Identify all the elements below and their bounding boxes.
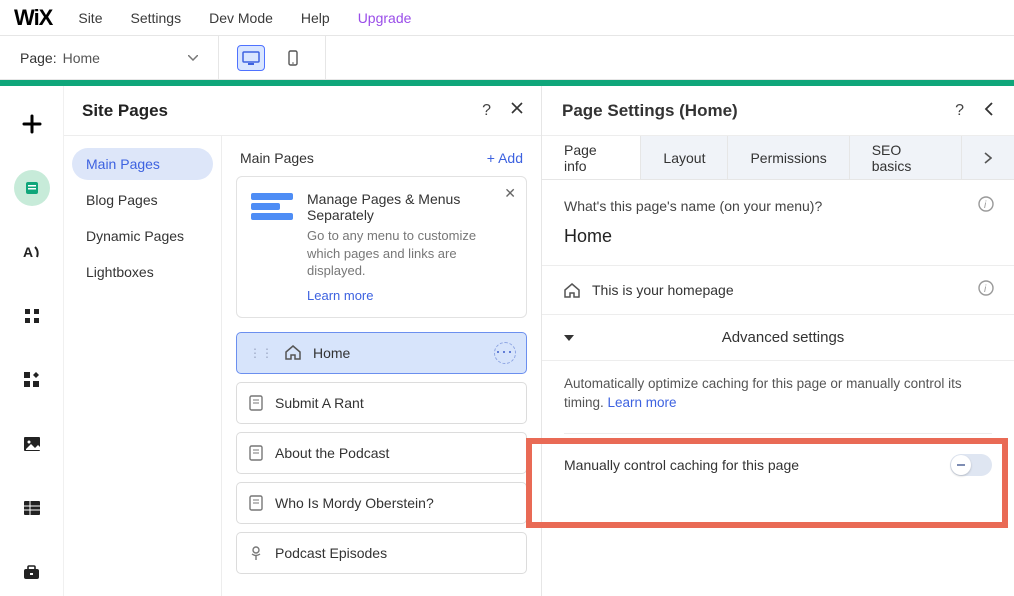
- apps-button[interactable]: [14, 298, 50, 334]
- svg-text:i: i: [984, 284, 987, 295]
- svg-text:A: A: [23, 244, 33, 260]
- page-bar: Page: Home: [0, 36, 1014, 80]
- page-item-label: About the Podcast: [275, 445, 389, 461]
- nav-main-pages[interactable]: Main Pages: [72, 148, 213, 180]
- site-pages-header-actions: ?: [482, 102, 523, 120]
- page-item[interactable]: Podcast Episodes: [236, 532, 527, 574]
- menu-help[interactable]: Help: [301, 10, 330, 26]
- back-icon[interactable]: [984, 102, 994, 120]
- page-item-label: Submit A Rant: [275, 395, 364, 411]
- page-name-label: What's this page's name (on your menu)?: [564, 198, 992, 214]
- nav-dynamic-pages[interactable]: Dynamic Pages: [72, 220, 213, 252]
- page-icon: [249, 495, 263, 511]
- top-bar: WiX Site Settings Dev Mode Help Upgrade: [0, 0, 1014, 36]
- media-button[interactable]: [14, 426, 50, 462]
- manual-cache-row: Manually control caching for this page: [564, 433, 992, 496]
- site-pages-body: Main Pages Blog Pages Dynamic Pages Ligh…: [64, 136, 541, 596]
- page-selector-label: Page:: [20, 50, 57, 66]
- info-desc: Go to any menu to customize which pages …: [307, 227, 512, 280]
- page-item-more-icon[interactable]: ⋯: [494, 342, 516, 364]
- home-icon: [285, 345, 301, 360]
- close-icon[interactable]: [511, 102, 523, 120]
- toggle-knob: [951, 455, 971, 475]
- info-close-icon[interactable]: ✕: [504, 185, 516, 202]
- advanced-settings-toggle[interactable]: Advanced settings: [542, 315, 1014, 361]
- cache-description: Automatically optimize caching for this …: [542, 361, 1014, 413]
- podcast-icon: [249, 545, 263, 561]
- mobile-view-button[interactable]: [279, 45, 307, 71]
- manage-menus-info: ✕ Manage Pages & Menus Separately Go to …: [236, 176, 527, 318]
- site-pages-header: Site Pages ?: [64, 86, 541, 136]
- chevron-down-icon: [188, 55, 198, 61]
- home-icon: [564, 283, 580, 298]
- manual-cache-toggle[interactable]: [950, 454, 992, 476]
- page-item-label: Home: [313, 345, 350, 361]
- page-list: ⋮⋮ Home ⋯ Submit A Rant About the Podcas…: [236, 332, 527, 574]
- page-name-field: i What's this page's name (on your menu)…: [542, 180, 1014, 266]
- add-element-button[interactable]: [14, 106, 50, 142]
- help-icon[interactable]: ?: [482, 102, 491, 120]
- site-pages-button[interactable]: [14, 170, 50, 206]
- tab-layout[interactable]: Layout: [641, 136, 728, 179]
- manual-cache-label: Manually control caching for this page: [564, 457, 799, 473]
- page-item-label: Who Is Mordy Oberstein?: [275, 495, 434, 511]
- menu-devmode[interactable]: Dev Mode: [209, 10, 273, 26]
- page-icon: [249, 395, 263, 411]
- desktop-view-button[interactable]: [237, 45, 265, 71]
- page-icon: [249, 445, 263, 461]
- settings-title: Page Settings (Home): [562, 101, 738, 121]
- page-name-value[interactable]: Home: [564, 226, 992, 247]
- svg-text:i: i: [984, 200, 987, 211]
- wix-logo[interactable]: WiX: [14, 5, 52, 31]
- pages-list-header: Main Pages + Add: [236, 150, 527, 176]
- homepage-text: This is your homepage: [592, 282, 734, 298]
- help-icon[interactable]: ?: [955, 102, 964, 120]
- menu-site[interactable]: Site: [78, 10, 102, 26]
- cache-learn-more-link[interactable]: Learn more: [608, 395, 677, 410]
- menu-graphic-icon: [251, 193, 293, 303]
- site-pages-panel: Site Pages ? Main Pages Blog Pages Dynam…: [64, 86, 542, 596]
- site-pages-nav: Main Pages Blog Pages Dynamic Pages Ligh…: [64, 136, 222, 596]
- tabs-more-button[interactable]: [962, 136, 1014, 179]
- left-icon-rail: A: [0, 86, 64, 596]
- site-pages-main: Main Pages + Add ✕ Manage Pages & Menus …: [222, 136, 541, 596]
- top-menu: Site Settings Dev Mode Help Upgrade: [78, 10, 411, 26]
- settings-header: Page Settings (Home) ?: [542, 86, 1014, 136]
- menu-settings[interactable]: Settings: [130, 10, 181, 26]
- page-selector[interactable]: Page: Home: [0, 50, 218, 66]
- advanced-settings-label: Advanced settings: [574, 329, 992, 346]
- page-item[interactable]: About the Podcast: [236, 432, 527, 474]
- page-item[interactable]: Submit A Rant: [236, 382, 527, 424]
- collapse-triangle-icon: [564, 335, 574, 341]
- add-apps-button[interactable]: [14, 362, 50, 398]
- settings-header-actions: ?: [955, 102, 994, 120]
- device-switcher: [218, 36, 326, 79]
- design-button[interactable]: A: [14, 234, 50, 270]
- content-manager-button[interactable]: [14, 490, 50, 526]
- page-item-home[interactable]: ⋮⋮ Home ⋯: [236, 332, 527, 374]
- nav-lightboxes[interactable]: Lightboxes: [72, 256, 213, 288]
- pages-list-title: Main Pages: [240, 150, 314, 166]
- tab-permissions[interactable]: Permissions: [728, 136, 849, 179]
- info-icon[interactable]: i: [978, 280, 994, 296]
- page-selector-value: Home: [63, 50, 100, 66]
- info-title: Manage Pages & Menus Separately: [307, 191, 512, 223]
- info-icon[interactable]: i: [978, 196, 994, 212]
- drag-handle-icon[interactable]: ⋮⋮: [249, 346, 273, 360]
- page-settings-panel: Page Settings (Home) ? Page info Layout …: [542, 86, 1014, 596]
- business-button[interactable]: [14, 554, 50, 590]
- add-page-button[interactable]: + Add: [487, 150, 523, 166]
- tab-page-info[interactable]: Page info: [542, 136, 641, 179]
- page-item-label: Podcast Episodes: [275, 545, 387, 561]
- settings-tabs: Page info Layout Permissions SEO basics: [542, 136, 1014, 180]
- page-item[interactable]: Who Is Mordy Oberstein?: [236, 482, 527, 524]
- tab-seo-basics[interactable]: SEO basics: [850, 136, 962, 179]
- info-learn-more-link[interactable]: Learn more: [307, 288, 512, 303]
- nav-blog-pages[interactable]: Blog Pages: [72, 184, 213, 216]
- site-pages-title: Site Pages: [82, 101, 168, 121]
- menu-upgrade[interactable]: Upgrade: [358, 10, 412, 26]
- homepage-indicator: This is your homepage i: [542, 266, 1014, 315]
